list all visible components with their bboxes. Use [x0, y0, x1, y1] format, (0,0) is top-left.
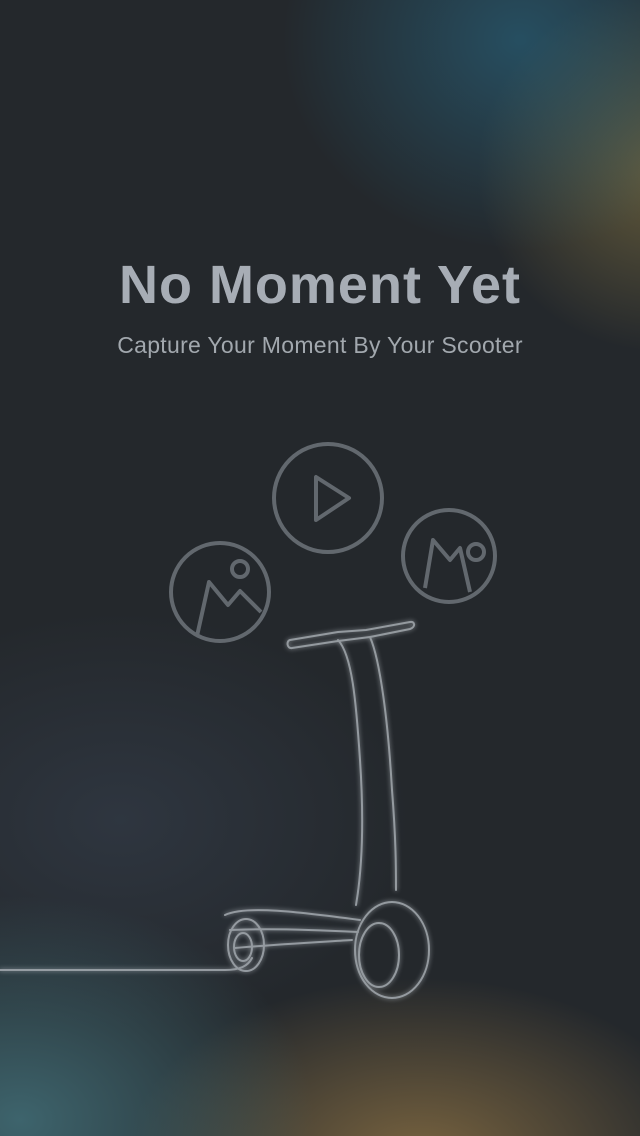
image-icon [169, 541, 271, 643]
play-icon [272, 442, 384, 554]
image-icon [401, 508, 497, 604]
scooter-illustration [0, 620, 430, 999]
empty-state-illustration [0, 442, 497, 999]
moments-empty-screen: No Moment Yet Capture Your Moment By You… [0, 0, 640, 1136]
